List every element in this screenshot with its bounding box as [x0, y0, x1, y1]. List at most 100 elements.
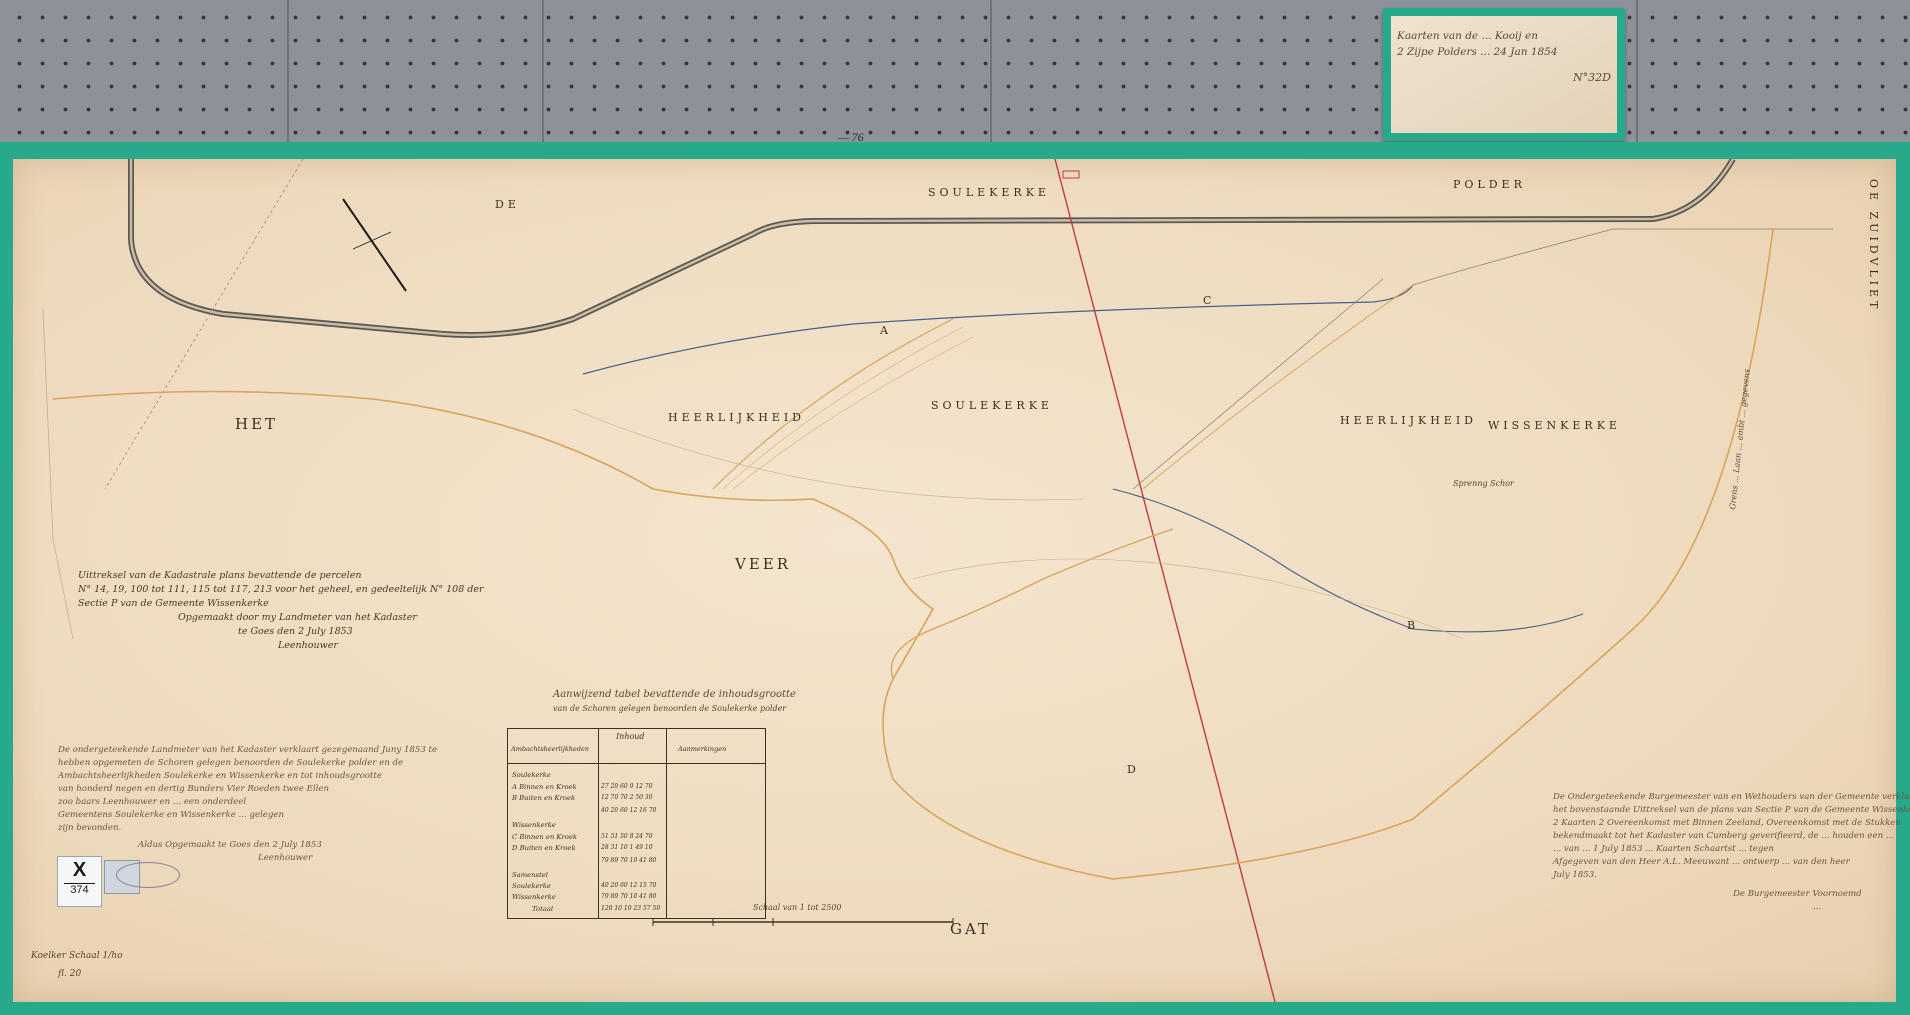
statement-line: Ambachtsheerlijkheden Soulekerke en Wiss… [58, 771, 382, 781]
label-line-1: Kaarten van de ... Kooij en [1397, 30, 1538, 42]
title-line: Sectie P van de Gemeente Wissenkerke [78, 598, 269, 609]
statement-line: De ondergeteekende Landmeter van het Kad… [58, 745, 438, 755]
statement-line: Gemeentens Soulekerke en Wissenkerke ...… [58, 810, 284, 820]
creek-line [722, 326, 964, 490]
channel-line [1132, 278, 1384, 490]
scale-text: Schaal van 1 tot 2500 [753, 903, 842, 912]
title-block: Uittreksel van de Kadastrale plans bevat… [78, 569, 484, 653]
statement-signoff: De Burgemeester Voornoemd [1733, 889, 1862, 899]
table-header-right: Aanmerkingen [678, 745, 727, 753]
archive-stamp-x: X 374 [57, 856, 102, 907]
label-veer: VEER [734, 555, 791, 573]
map-frame-line [42, 308, 74, 640]
table-header-mid: Inhoud [616, 732, 645, 741]
label-heerlijkheid-right: HEERLIJKHEID [1340, 414, 1477, 427]
label-paper: Kaarten van de ... Kooij en 2 Zijpe Pold… [1391, 16, 1617, 133]
table-cell: 51 51 50 8 24 70 [601, 833, 653, 840]
statement-line: De Ondergeteekende Burgemeester van en W… [1553, 792, 1910, 802]
area-table: Ambachtsheerlijkheden Inhoud Aanmerkinge… [507, 728, 766, 919]
statement-line: July 1853. [1553, 870, 1597, 880]
board-seam [1636, 0, 1638, 160]
title-line: te Goes den 2 July 1853 [238, 626, 353, 637]
table-rule [666, 729, 667, 918]
label-d: D [1127, 763, 1136, 776]
statement-line: ... van ... 1 July 1853 ... Kaarten Scha… [1553, 844, 1774, 854]
label-zuidvliet: OE ZUIDVLIET [1867, 179, 1880, 312]
stamp-x-number: X [72, 859, 87, 881]
table-row: Soulekerke [512, 771, 551, 779]
table-row: A Binnen en Kroek [512, 783, 577, 791]
red-dashed-line [104, 159, 304, 490]
table-cell: 120 10 10 23 57 50 [601, 905, 661, 912]
table-row: B Buiten en Kroek [512, 794, 576, 802]
table-cell: 40 20 60 12 16 70 [601, 807, 657, 814]
archive-label-sheet: Kaarten van de ... Kooij en 2 Zijpe Pold… [1383, 8, 1625, 141]
label-line-2: 2 Zijpe Polders ... 24 Jan 1854 [1397, 46, 1558, 58]
table-row: Samenstel [512, 871, 548, 879]
burgemeester-statement: De Ondergeteekende Burgemeester van en W… [1553, 791, 1910, 914]
blue-boundary-b [1112, 488, 1584, 633]
map-paper: DE SOULEKERKE POLDER HET VEER GAT HEERLI… [13, 159, 1910, 1002]
statement-line: bekendmaakt tot het Kadaster van Cumberg… [1553, 831, 1895, 841]
label-c: C [1203, 294, 1211, 307]
statement-line: van honderd negen en dertig Bunders Vier… [58, 784, 330, 794]
red-marker [1062, 170, 1080, 179]
title-line: Opgemaakt door my Landmeter van het Kada… [178, 612, 417, 623]
table-rule [598, 729, 599, 918]
label-soulekerke-top: SOULEKERKE [928, 186, 1050, 199]
label-soulekerke-mid: SOULEKERKE [931, 399, 1053, 412]
label-heerlijkheid-left: HEERLIJKHEID [668, 411, 805, 424]
title-signature: Leenhouwer [278, 640, 338, 651]
title-line: Uittreksel van de Kadastrale plans bevat… [78, 570, 362, 581]
red-boundary-line [1054, 159, 1276, 1002]
archive-stamp-oval [116, 862, 180, 888]
north-arrow-cross [352, 231, 392, 250]
map-sheet-mount: DE SOULEKERKE POLDER HET VEER GAT HEERLI… [0, 142, 1910, 1015]
table-rule [508, 763, 765, 764]
label-sprenng-schor: Sprenng Schor [1453, 479, 1515, 488]
label-polder: POLDER [1453, 178, 1526, 191]
statement-line: 2 Kaarten 2 Overeenkomst met Binnen Zeel… [1553, 818, 1901, 828]
board-seam [542, 0, 544, 160]
title-line: N° 14, 19, 100 tot 111, 115 tot 117, 213… [78, 584, 484, 595]
surveyor-statement: De ondergeteekende Landmeter van het Kad… [58, 744, 437, 865]
label-de: DE [495, 198, 520, 211]
label-gat: GAT [950, 920, 991, 938]
table-row: Wissenkerke [512, 821, 556, 829]
statement-line: Afgegeven van den Heer A.L. Meeuwant ...… [1553, 857, 1850, 867]
statement-line: hebben opgemeten de Schoren gelegen beno… [58, 758, 404, 768]
label-b: B [1407, 619, 1415, 632]
blue-boundary-a-c [582, 284, 1414, 375]
table-title-2: van de Schoren gelegen benoorden de Soul… [553, 704, 787, 713]
label-het: HET [235, 415, 278, 433]
creek-line [890, 528, 1174, 680]
table-row: Wissenkerke [512, 893, 556, 901]
table-cell: 28 31 10 1 49 10 [601, 844, 653, 851]
statement-line: zijn bevonden. [58, 823, 122, 833]
table-cell: 12 70 70 2 50 30 [601, 794, 653, 801]
board-seam [287, 0, 289, 160]
table-title-1: Aanwijzend tabel bevattende de inhoudsgr… [553, 689, 796, 700]
statement-signature: ... [1813, 902, 1822, 912]
label-number: N°32D [1573, 71, 1611, 84]
table-row: C Binnen en Kroek [512, 833, 577, 841]
interior-line [912, 558, 1464, 640]
stamp-x-sub: 374 [64, 883, 95, 896]
table-row: Totaal [532, 905, 554, 913]
table-row: D Buiten en Kroek [512, 844, 576, 852]
table-cell: 27 20 60 9 12 70 [601, 783, 653, 790]
table-cell: 79 89 70 10 41 80 [601, 893, 657, 900]
bottom-left-number: fl. 20 [58, 969, 82, 979]
label-wissenkerke: WISSENKERKE [1488, 419, 1621, 432]
statement-line: het bovenstaande Uittreksel van de plans… [1553, 805, 1910, 815]
table-row: Soulekerke [512, 882, 551, 890]
channel-line [1142, 284, 1414, 490]
table-header-left: Ambachtsheerlijkheden [511, 745, 589, 753]
bottom-left-text: Koelker Schaal 1/ho [31, 951, 123, 961]
statement-signoff: Aldus Opgemaakt te Goes den 2 July 1853 [138, 840, 322, 850]
board-seam [990, 0, 992, 160]
table-cell: 79 89 70 10 41 80 [601, 857, 657, 864]
creek-line [712, 318, 954, 490]
statement-line: zoo baars Leenhouwer en ... een onderdee… [58, 797, 247, 807]
table-cell: 40 20 60 12 15 70 [601, 882, 657, 889]
